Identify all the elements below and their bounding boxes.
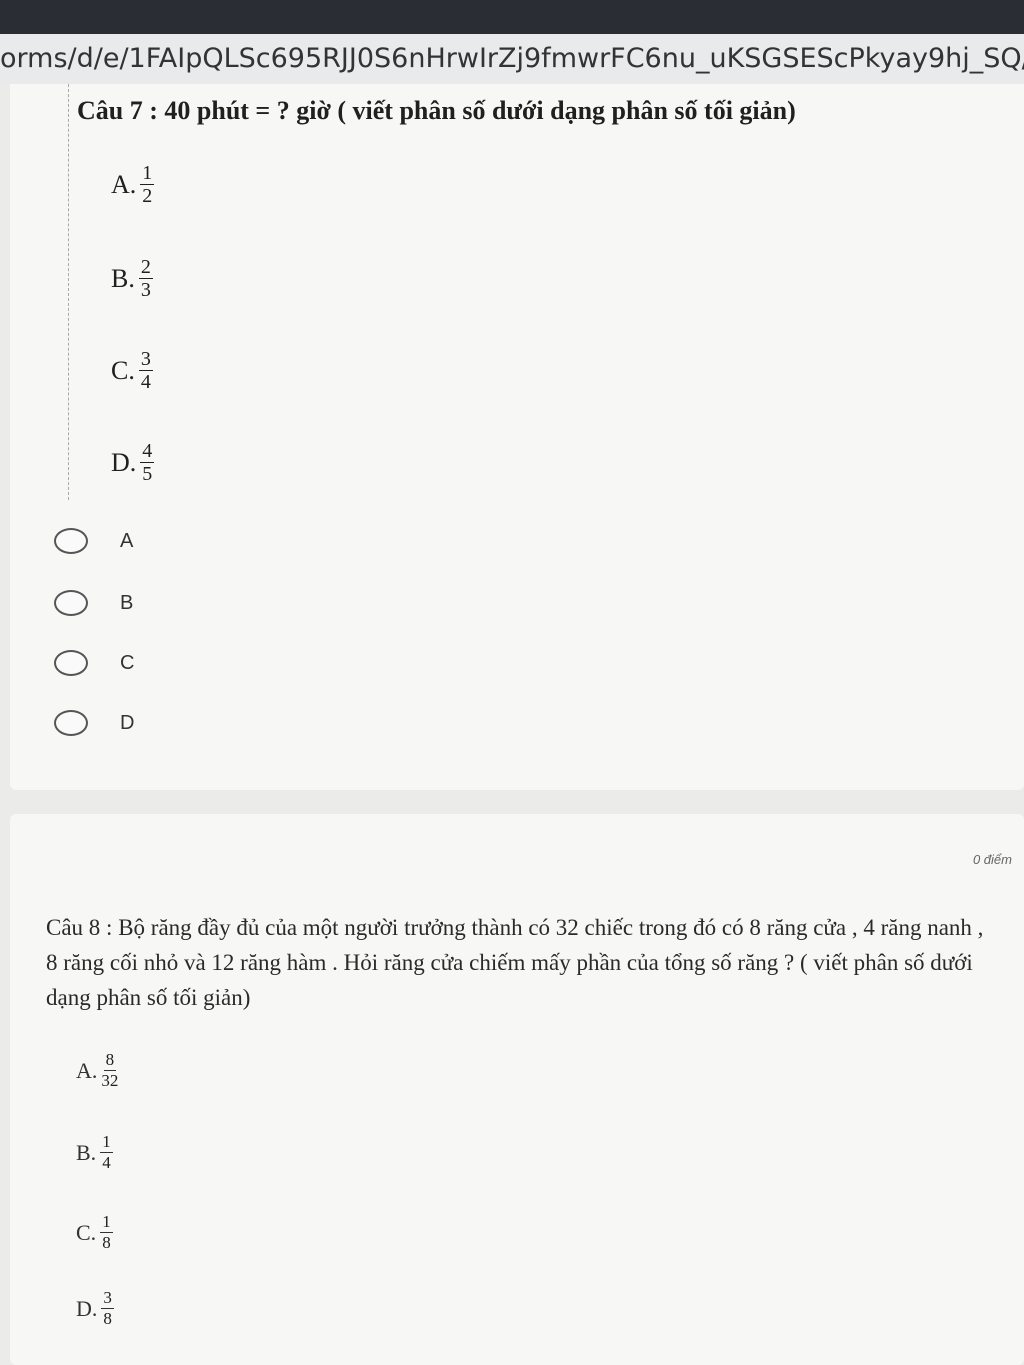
radio-button[interactable] — [54, 650, 88, 676]
monitor-bezel — [0, 0, 1024, 34]
choice-a[interactable]: A — [54, 528, 133, 554]
url-text: orms/d/e/1FAIpQLSc695RJJ0S6nHrwIrZj9fmwr… — [0, 43, 1024, 74]
fraction: 3 8 — [101, 1288, 114, 1328]
address-bar[interactable]: orms/d/e/1FAIpQLSc695RJJ0S6nHrwIrZj9fmwr… — [0, 34, 1024, 85]
question-7-title: Câu 7 : 40 phút = ? giờ ( viết phân số d… — [77, 96, 796, 125]
question-8-card: 0 điểm Câu 8 : Bộ răng đầy đủ của một ng… — [10, 814, 1024, 1365]
question-8-option-b: B. 1 4 — [76, 1132, 113, 1172]
fraction: 8 32 — [101, 1050, 119, 1090]
question-8-option-c: C. 1 8 — [76, 1212, 113, 1252]
question-8-option-a: A. 8 32 — [76, 1050, 119, 1090]
question-8-option-d: D. 3 8 — [76, 1288, 114, 1328]
fraction: 4 5 — [140, 440, 155, 485]
points-label: 0 điểm — [972, 852, 1012, 867]
fraction: 1 2 — [140, 162, 155, 207]
fraction: 1 8 — [100, 1212, 113, 1252]
radio-button[interactable] — [54, 590, 88, 616]
question-7-option-a: A. 1 2 — [111, 162, 155, 207]
question-7-option-c: C. 3 4 — [111, 348, 153, 393]
fraction: 2 3 — [138, 256, 153, 301]
radio-button[interactable] — [54, 528, 88, 554]
question-7-option-b: B. 2 3 — [111, 256, 153, 301]
question-7-card: Câu 7 : 40 phút = ? giờ ( viết phân số d… — [10, 84, 1024, 790]
question-7-option-d: D. 4 5 — [111, 440, 155, 485]
fraction: 1 4 — [100, 1132, 113, 1172]
choice-b[interactable]: B — [54, 590, 133, 616]
choice-c[interactable]: C — [54, 650, 134, 676]
fraction: 3 4 — [138, 348, 153, 393]
choice-d[interactable]: D — [54, 710, 134, 736]
radio-button[interactable] — [54, 710, 88, 736]
question-7-image: Câu 7 : 40 phút = ? giờ ( viết phân số d… — [68, 84, 1024, 500]
form-page: Câu 7 : 40 phút = ? giờ ( viết phân số d… — [0, 84, 1024, 1365]
question-8-text: Câu 8 : Bộ răng đầy đủ của một người trư… — [46, 915, 984, 1010]
